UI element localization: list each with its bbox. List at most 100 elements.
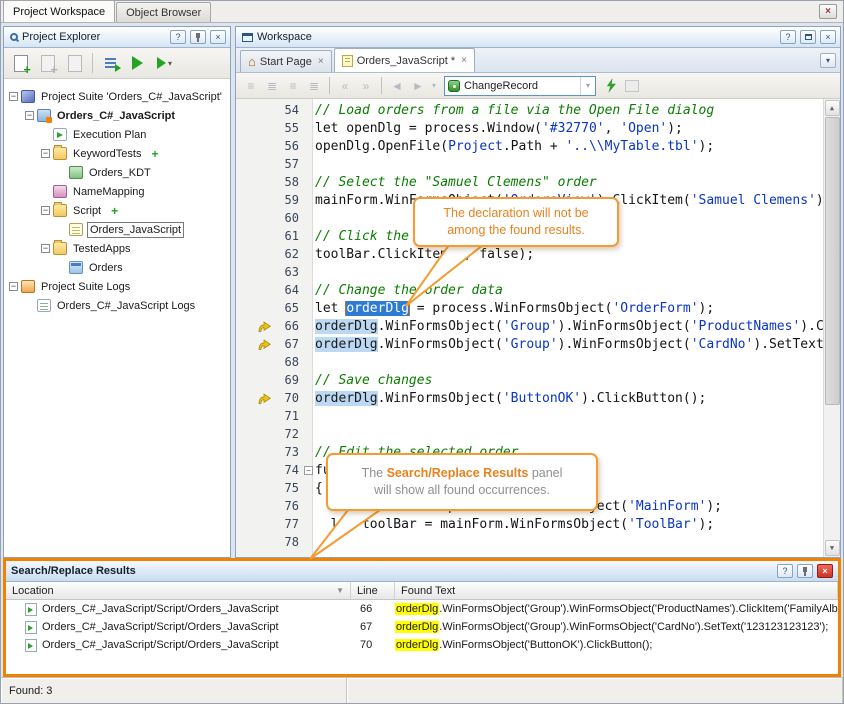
tree-item-orders-javascript[interactable]: Orders_JavaScript bbox=[4, 220, 230, 239]
panel-close-button[interactable]: × bbox=[820, 30, 836, 44]
combo-dropdown-icon[interactable]: ▾ bbox=[580, 77, 595, 95]
collapse-icon[interactable]: − bbox=[41, 244, 50, 253]
script-icon bbox=[69, 223, 83, 236]
add-item-icon[interactable]: + bbox=[111, 204, 118, 218]
editor-line: 72 bbox=[236, 425, 823, 443]
suite-icon bbox=[21, 90, 35, 103]
scrollbar-thumb[interactable] bbox=[825, 117, 840, 405]
editor-tool-outline-icon[interactable]: ≣ bbox=[262, 76, 282, 96]
close-icon: × bbox=[825, 6, 831, 17]
maximize-button[interactable] bbox=[800, 30, 816, 44]
main-tab-object-browser[interactable]: Object Browser bbox=[116, 2, 211, 22]
tree-item-script[interactable]: − Script + bbox=[4, 201, 230, 220]
tree-item-orders[interactable]: Orders bbox=[4, 258, 230, 277]
tree-item-label: Script bbox=[71, 204, 103, 218]
fold-marker[interactable]: − bbox=[304, 466, 313, 475]
results-close-button[interactable]: × bbox=[817, 564, 833, 578]
close-icon: × bbox=[215, 32, 220, 42]
tree-item-project-suite-orders-c-javascript[interactable]: −Project Suite 'Orders_C#_JavaScript' bbox=[4, 87, 230, 106]
result-location: Orders_C#_JavaScript/Script/Orders_JavaS… bbox=[6, 621, 351, 634]
tree-item-label: TestedApps bbox=[71, 242, 132, 256]
tree-item-orders-kdt[interactable]: Orders_KDT bbox=[4, 163, 230, 182]
run-project-icon[interactable] bbox=[152, 51, 177, 75]
doc-tab-bar: ⌂Start Page×Orders_JavaScript *× ▾ bbox=[236, 48, 840, 73]
tree-item-label: KeywordTests bbox=[71, 147, 143, 161]
add-existing-item-icon[interactable] bbox=[35, 51, 60, 75]
status-found: Found: 3 bbox=[1, 678, 347, 703]
add-new-item-icon[interactable] bbox=[8, 51, 33, 75]
collapse-icon[interactable]: − bbox=[41, 206, 50, 215]
collapse-icon[interactable]: − bbox=[9, 92, 18, 101]
run-project-suite-icon[interactable] bbox=[125, 51, 150, 75]
main-tab-project-workspace[interactable]: Project Workspace bbox=[3, 0, 115, 22]
tree-item-orders-c-javascript-logs[interactable]: Orders_C#_JavaScript Logs bbox=[4, 296, 230, 315]
collapse-icon[interactable]: − bbox=[25, 111, 34, 120]
help-button[interactable]: ? bbox=[777, 564, 793, 578]
tree-item-keywordtests[interactable]: − KeywordTests + bbox=[4, 144, 230, 163]
column-location-label: Location bbox=[12, 585, 54, 597]
changerecord-combo[interactable]: ChangeRecord ▾ bbox=[444, 76, 596, 96]
code-token: 'ToolBar' bbox=[628, 517, 698, 532]
result-row[interactable]: Orders_C#_JavaScript/Script/Orders_JavaS… bbox=[6, 636, 838, 654]
doc-tab-orders-javascript[interactable]: Orders_JavaScript *× bbox=[334, 48, 475, 72]
navigate-menu-icon[interactable]: ▾ bbox=[429, 76, 439, 96]
collapse-icon[interactable]: − bbox=[41, 149, 50, 158]
expander-spacer bbox=[41, 130, 50, 139]
tree-item-namemapping[interactable]: NameMapping bbox=[4, 182, 230, 201]
navigate-forward-icon[interactable]: ► bbox=[408, 76, 428, 96]
editor-tool-indent-icon[interactable]: » bbox=[356, 76, 376, 96]
editor-tool-outdent-icon[interactable]: « bbox=[335, 76, 355, 96]
column-found[interactable]: Found Text bbox=[395, 582, 838, 599]
column-line[interactable]: Line bbox=[351, 582, 395, 599]
tree-item-testedapps[interactable]: − TestedApps bbox=[4, 239, 230, 258]
tab-close-icon[interactable]: × bbox=[318, 56, 324, 67]
doc-tab-start-page[interactable]: ⌂Start Page× bbox=[240, 50, 332, 72]
tab-list-dropdown-icon[interactable]: ▾ bbox=[820, 53, 836, 68]
code-token: let bbox=[315, 301, 346, 316]
tree-item-label: Orders bbox=[87, 261, 125, 275]
editor-tool-format-icon[interactable]: ≡ bbox=[241, 76, 261, 96]
editor-line: 71 bbox=[236, 407, 823, 425]
blank-icon bbox=[625, 80, 639, 92]
result-found-text: orderDlg.WinFormsObject('ButtonOK').Clic… bbox=[395, 639, 838, 651]
tree-item-orders-c-javascript[interactable]: −Orders_C#_JavaScript bbox=[4, 106, 230, 125]
scroll-up-icon[interactable]: ▲ bbox=[825, 100, 840, 116]
match-highlight: orderDlg bbox=[395, 621, 439, 633]
code-token: 'Samuel Clemens' bbox=[691, 193, 816, 208]
record-test-icon[interactable] bbox=[601, 76, 621, 96]
editor-tool-comment-icon[interactable]: ≡ bbox=[283, 76, 303, 96]
code-text: orderDlg.WinFormsObject('ButtonOK').Clic… bbox=[313, 391, 823, 406]
tab-close-icon[interactable]: × bbox=[461, 55, 467, 66]
navigate-back-icon[interactable]: ◄ bbox=[387, 76, 407, 96]
editor-toolbar: ≡ ≣ ≡ ≣ « » ◄ ► ▾ ChangeRecord ▾ bbox=[236, 73, 840, 99]
collapse-icon[interactable]: − bbox=[9, 282, 18, 291]
help-button[interactable]: ? bbox=[170, 30, 186, 44]
toolbar-separator bbox=[329, 77, 330, 94]
column-location[interactable]: Location ▼ bbox=[6, 582, 351, 599]
filter-icon[interactable]: ▼ bbox=[336, 586, 344, 595]
pin-button[interactable] bbox=[797, 564, 813, 578]
pin-button[interactable] bbox=[190, 30, 206, 44]
result-row[interactable]: Orders_C#_JavaScript/Script/Orders_JavaS… bbox=[6, 618, 838, 636]
add-item-icon[interactable]: + bbox=[151, 147, 158, 161]
changed-line-marker-icon bbox=[236, 393, 276, 404]
panel-close-button[interactable]: × bbox=[210, 30, 226, 44]
scroll-down-icon[interactable]: ▼ bbox=[825, 540, 840, 556]
result-location: Orders_C#_JavaScript/Script/Orders_JavaS… bbox=[6, 603, 351, 616]
new-item-icon[interactable] bbox=[62, 51, 87, 75]
code-token: ).SetText( bbox=[753, 337, 823, 352]
execution-order-icon[interactable] bbox=[98, 51, 123, 75]
tree-item-project-suite-logs[interactable]: −Project Suite Logs bbox=[4, 277, 230, 296]
callout-text: The bbox=[362, 466, 387, 480]
tree-item-label: NameMapping bbox=[71, 185, 147, 199]
result-row[interactable]: Orders_C#_JavaScript/Script/Orders_JavaS… bbox=[6, 600, 838, 618]
editor-tool-uncomment-icon[interactable]: ≣ bbox=[304, 76, 324, 96]
search-replace-results-panel: Search/Replace Results ? × Location ▼ Li… bbox=[3, 558, 841, 677]
line-number: 73 bbox=[276, 445, 304, 459]
disabled-tool-icon[interactable] bbox=[622, 76, 642, 96]
editor-vertical-scrollbar[interactable]: ▲ ▼ bbox=[823, 99, 840, 557]
help-button[interactable]: ? bbox=[780, 30, 796, 44]
window-close-button[interactable]: × bbox=[819, 4, 837, 19]
project-tree: −Project Suite 'Orders_C#_JavaScript'−Or… bbox=[4, 79, 230, 557]
tree-item-execution-plan[interactable]: Execution Plan bbox=[4, 125, 230, 144]
